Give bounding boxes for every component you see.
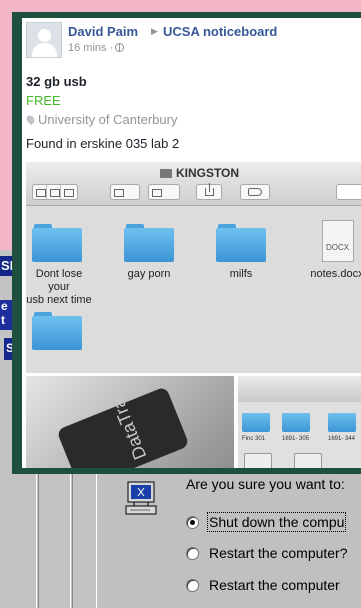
tag-button[interactable]: [240, 184, 270, 200]
post-timestamp[interactable]: 16 mins ·: [68, 42, 125, 54]
folder-label: 1691- 305: [282, 436, 310, 442]
folder-label: gay porn: [127, 268, 171, 280]
file-icon: [244, 450, 272, 468]
avatar-body-shape: [32, 43, 57, 57]
location-pin-icon: [24, 113, 37, 126]
share-button[interactable]: [196, 183, 222, 200]
radio-shut-down[interactable]: Shut down the compu: [186, 512, 347, 532]
finder-toolbar: KINGSTON: [26, 162, 361, 206]
folder-label: Dont lose your usb next time: [26, 268, 92, 306]
finder-window-title: KINGSTON: [26, 166, 361, 180]
folder-icon: [242, 410, 270, 432]
folder-label: Finc 301: [242, 436, 266, 442]
shutdown-dialog: Are you sure you want to: Shut down the …: [100, 468, 361, 608]
action-button[interactable]: [148, 184, 180, 200]
location-text: University of Canterbury: [38, 112, 178, 127]
dialog-question: Are you sure you want to:: [186, 476, 345, 492]
search-input[interactable]: [336, 184, 361, 200]
item-description: Found in erskine 035 lab 2: [26, 136, 180, 151]
folder-label: 1691- 344: [328, 436, 356, 442]
post-photo-finder-2[interactable]: Finc 301 1691- 305 1691- 344: [238, 376, 361, 468]
radio-button[interactable]: [186, 578, 199, 592]
drive-icon: [159, 169, 172, 178]
folder-icon: [282, 410, 310, 432]
radio-button[interactable]: [186, 515, 199, 529]
triangle-right-icon: ▶: [151, 26, 158, 36]
usb-brand-text: DataTra: [107, 395, 151, 463]
post-photo-usb[interactable]: DataTra: [26, 376, 234, 468]
docx-file-icon[interactable]: [322, 220, 354, 262]
folder-icon[interactable]: [216, 224, 266, 262]
arrange-button[interactable]: [110, 184, 140, 200]
finder-toolbar: [238, 376, 361, 402]
post-photo-finder[interactable]: KINGSTON Dont lose your usb next time ga…: [26, 162, 361, 373]
author-link[interactable]: David Paim: [68, 24, 138, 39]
group-link[interactable]: UCSA noticeboard: [163, 24, 277, 39]
avatar[interactable]: [26, 22, 62, 58]
item-location: University of Canterbury: [24, 112, 178, 127]
folder-label: milfs: [229, 268, 253, 280]
radio-label: Restart the computer?: [209, 545, 348, 561]
avatar-head-shape: [38, 29, 51, 42]
list-view-icon[interactable]: [47, 185, 61, 199]
item-price: FREE: [26, 93, 61, 108]
grid-icon: [111, 185, 125, 199]
titlebar-text-fragment: t: [1, 313, 5, 327]
folder-icon[interactable]: [32, 312, 82, 350]
folder-icon[interactable]: [124, 224, 174, 262]
radio-button[interactable]: [186, 546, 199, 560]
item-title: 32 gb usb: [26, 74, 87, 89]
view-mode-buttons[interactable]: [32, 184, 78, 200]
radio-label: Shut down the compu: [206, 512, 347, 532]
computer-icon: [125, 481, 157, 515]
gear-icon: [149, 185, 163, 199]
timestamp-text: 16 mins ·: [68, 42, 114, 54]
globe-icon: [115, 43, 125, 52]
tag-icon: [248, 188, 262, 196]
titlebar-text-fragment: e: [1, 299, 8, 313]
radio-label: Restart the computer: [209, 577, 340, 593]
folder-icon: [328, 410, 356, 432]
column-view-icon[interactable]: [61, 185, 75, 199]
radio-restart-msdos[interactable]: Restart the computer: [186, 577, 340, 593]
file-label: notes.docx: [310, 268, 361, 280]
icon-view-icon[interactable]: [33, 185, 47, 199]
usb-drive-image: DataTra: [56, 386, 190, 468]
facebook-post: David Paim ▶ UCSA noticeboard 16 mins · …: [22, 18, 361, 468]
radio-restart[interactable]: Restart the computer?: [186, 545, 348, 561]
share-icon: [205, 183, 214, 196]
finder-title-text: KINGSTON: [175, 166, 240, 180]
post-frame: David Paim ▶ UCSA noticeboard 16 mins · …: [12, 12, 361, 474]
folder-icon[interactable]: [32, 224, 82, 262]
file-icon: [294, 450, 322, 468]
